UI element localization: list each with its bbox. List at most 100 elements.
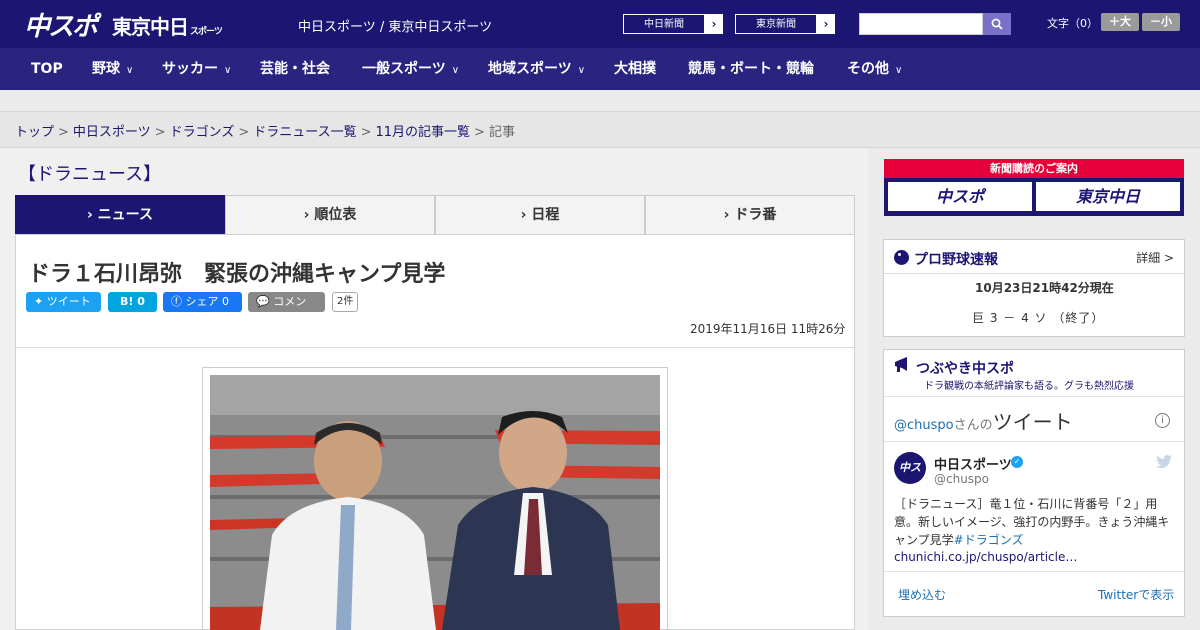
timeline-header: @chuspoさんのツイート <box>894 406 1073 435</box>
facebook-label: シェア 0 <box>185 295 230 308</box>
tweet-label: ツイート <box>46 295 91 308</box>
timeline-tweets-word: ツイート <box>992 410 1073 434</box>
baseball-details-link[interactable]: 詳細 > <box>1136 249 1174 266</box>
article-title: ドラ１石川昂弥 緊張の沖縄キャンプ見学 <box>28 262 446 287</box>
search-button[interactable] <box>983 13 1011 35</box>
nav-item-entertainment[interactable]: 芸能・社会 <box>260 48 330 90</box>
search-icon <box>991 18 1003 30</box>
chunichi-shimbun-button[interactable]: 中日新聞 › <box>622 13 724 35</box>
breadcrumb-separator: > <box>360 125 372 140</box>
tab-label: 順位表 <box>314 207 357 223</box>
baseball-icon <box>894 250 909 265</box>
divider <box>884 571 1184 572</box>
chevron-right-icon: › <box>711 17 717 31</box>
article-date: 2019年11月16日 11時26分 <box>690 322 846 336</box>
tweet-button[interactable]: ✦ ツイート <box>26 292 101 312</box>
baseball-scores-title: プロ野球速報 <box>914 252 998 268</box>
nav-label: 芸能・社会 <box>260 61 330 77</box>
tokyo-chunichi-logo[interactable]: 東京中日 スポーツ <box>112 11 223 40</box>
photo-image <box>210 375 660 630</box>
tweet-text: ［ドラニュース］竜１位・石川に背番号「２」用意。新しいイメージ、強打の内野手。き… <box>894 497 1170 547</box>
tab-news[interactable]: › ニュース <box>15 195 225 242</box>
article-photo[interactable] <box>210 375 660 630</box>
tokyo-shimbun-button[interactable]: 東京新聞 › <box>734 13 836 35</box>
comment-count-badge: 2件 <box>332 292 359 312</box>
tokyo-logo-small: スポーツ <box>190 27 223 37</box>
tweet-user-name[interactable]: 中日スポーツ <box>934 454 1012 473</box>
chuspo-logo[interactable]: 中スポ <box>24 6 98 43</box>
breadcrumb-separator: > <box>58 125 69 140</box>
tweet-link[interactable]: chunichi.co.jp/chuspo/article… <box>894 550 1077 564</box>
chevron-down-icon: ∨ <box>224 65 232 76</box>
embed-link[interactable]: 埋め込む <box>898 586 946 603</box>
nav-item-local-sports[interactable]: 地域スポーツ ∨ <box>488 48 585 90</box>
chevron-down-icon: ∨ <box>577 65 586 76</box>
tab-label: ドラ番 <box>734 207 777 223</box>
breadcrumb-november-list[interactable]: 11月の記事一覧 <box>376 125 471 140</box>
tokyo-chunichi-subscribe-button[interactable]: 東京中日 <box>1036 182 1180 211</box>
search-input[interactable] <box>859 13 983 35</box>
nav-item-other[interactable]: その他 ∨ <box>847 48 902 90</box>
twitter-icon: ✦ <box>34 295 44 308</box>
divider <box>884 441 1184 442</box>
nav-label: TOP <box>31 61 63 77</box>
tweet-hashtag[interactable]: #ドラゴンズ <box>954 533 1024 547</box>
tweet-body: ［ドラニュース］竜１位・石川に背番号「２」用意。新しいイメージ、強打の内野手。き… <box>894 495 1174 549</box>
breadcrumb-current: 記事 <box>488 125 515 140</box>
comment-icon: 💬 <box>256 295 270 308</box>
view-on-twitter-link[interactable]: Twitterで表示 <box>1098 586 1174 603</box>
nav-item-top[interactable]: TOP <box>31 48 63 90</box>
section-title: 【ドラニュース】 <box>18 164 162 185</box>
hatena-bookmark-button[interactable]: B! 0 <box>108 292 157 312</box>
breadcrumb-separator: > <box>474 125 485 140</box>
tab-bar: › ニュース › 順位表 › 日程 › ドラ番 <box>15 195 855 242</box>
tokyo-logo-text: 東京中日 <box>112 15 189 39</box>
timeline-handle[interactable]: @chuspo <box>894 418 954 433</box>
comment-button[interactable]: 💬 コメント <box>248 292 325 328</box>
font-size-increase-button[interactable]: ＋大 <box>1101 13 1139 31</box>
breadcrumb-dragons[interactable]: ドラゴンズ <box>170 125 235 140</box>
chevron-down-icon: ∨ <box>451 65 460 76</box>
nav-label: 競馬・ボート・競輪 <box>688 61 814 77</box>
nav-label: その他 <box>847 61 889 77</box>
twitter-box-title: つぶやき中スポ <box>916 361 1014 377</box>
nav-item-racing[interactable]: 競馬・ボート・競輪 <box>688 48 814 90</box>
font-size-label: 文字（0） <box>1047 17 1098 30</box>
breadcrumb-separator: > <box>154 125 166 140</box>
hatena-label: B! 0 <box>120 295 145 308</box>
tab-dora-ban[interactable]: › ドラ番 <box>645 195 855 235</box>
tab-standings[interactable]: › 順位表 <box>225 195 435 235</box>
nav-item-baseball[interactable]: 野球 ∨ <box>92 48 133 90</box>
twitter-bird-icon[interactable] <box>1156 455 1172 468</box>
facebook-share-button[interactable]: ⓕ シェア 0 <box>163 292 242 312</box>
font-size-decrease-button[interactable]: －小 <box>1142 13 1180 31</box>
breadcrumb-chunichi-sports[interactable]: 中日スポーツ <box>73 125 151 140</box>
game-score[interactable]: 巨 3 － 4 ソ （終了） <box>972 309 1104 326</box>
verified-badge-icon: ✓ <box>1011 456 1023 468</box>
baseball-scores-header: プロ野球速報 詳細 > <box>884 240 1184 274</box>
nav-label: サッカー <box>162 61 218 77</box>
tweet-user-handle[interactable]: @chuspo <box>934 472 989 486</box>
nav-item-sumo[interactable]: 大相撲 <box>614 48 656 90</box>
twitter-box-subtitle: ドラ観戦の本紙評論家も語る。グラも熱烈応援 <box>924 381 1134 392</box>
score-timestamp: 10月23日21時42分現在 <box>975 281 1114 295</box>
chunichi-shimbun-label: 中日新聞 <box>623 14 705 34</box>
breadcrumb-top[interactable]: トップ <box>15 125 54 140</box>
site-name-text: 中日スポーツ / 東京中日スポーツ <box>298 20 493 35</box>
nav-item-general-sports[interactable]: 一般スポーツ ∨ <box>362 48 459 90</box>
info-icon[interactable]: i <box>1155 413 1170 428</box>
chuspo-subscribe-button[interactable]: 中スポ <box>888 182 1032 211</box>
tab-schedule[interactable]: › 日程 <box>435 195 645 235</box>
chevron-down-icon: ∨ <box>895 65 903 76</box>
nav-item-soccer[interactable]: サッカー ∨ <box>162 48 231 90</box>
chevron-down-icon: ∨ <box>126 65 134 76</box>
avatar[interactable]: 中スポ <box>894 452 926 506</box>
tab-label: 日程 <box>531 207 560 223</box>
facebook-icon: ⓕ <box>171 295 182 308</box>
breadcrumb-separator: > <box>238 125 250 140</box>
breadcrumb-dranews-list[interactable]: ドラニュース一覧 <box>253 125 356 140</box>
tokyo-shimbun-label: 東京新聞 <box>735 14 817 34</box>
divider <box>16 347 854 348</box>
megaphone-icon <box>895 357 907 372</box>
chevron-right-icon: › <box>823 17 829 31</box>
